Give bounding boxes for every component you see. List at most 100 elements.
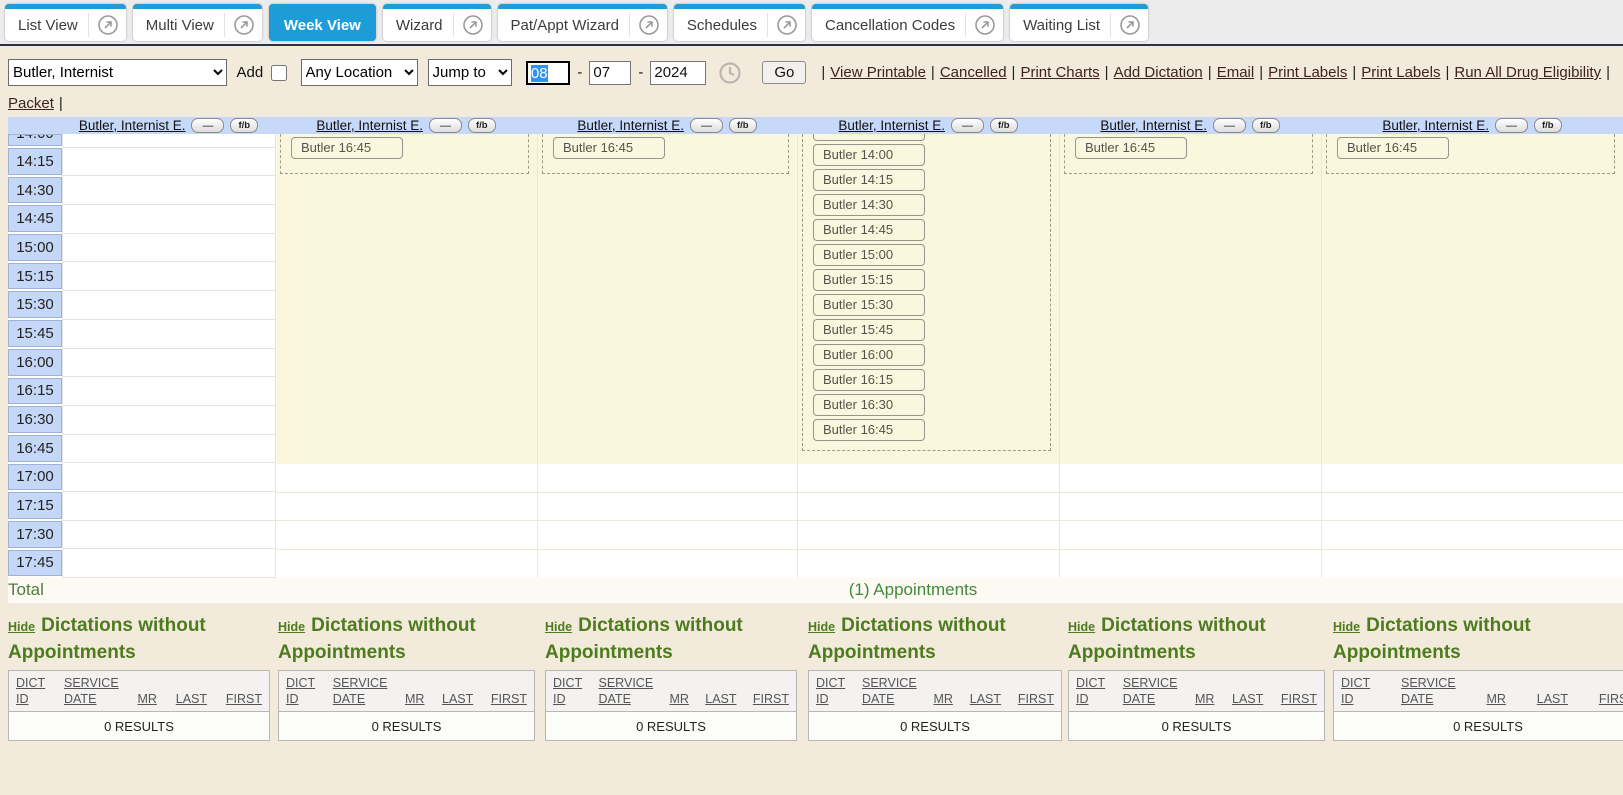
provider-day-link[interactable]: Butler, Internist E. <box>79 118 186 133</box>
provider-day-link[interactable]: Butler, Internist E. <box>316 118 423 133</box>
collapse-column-button[interactable]: — <box>191 118 224 133</box>
tab-week-view[interactable]: Week View <box>269 4 376 41</box>
column-header-link[interactable]: SERVICE <box>1401 675 1456 691</box>
collapse-column-button[interactable]: — <box>951 118 984 133</box>
forward-back-button[interactable]: f/b <box>468 118 496 133</box>
column-header-link[interactable]: DICT <box>816 675 845 691</box>
column-header-link[interactable]: LAST <box>1232 691 1263 707</box>
forward-back-button[interactable]: f/b <box>990 118 1018 133</box>
time-slot-label[interactable]: 17:30 <box>8 521 62 548</box>
tab-cancellation-codes[interactable]: Cancellation Codes <box>812 4 1003 41</box>
time-slot-label[interactable]: 14:15 <box>8 148 62 175</box>
link-cancelled[interactable]: Cancelled <box>940 64 1007 81</box>
time-slot-label[interactable]: 17:00 <box>8 464 62 491</box>
column-header-link[interactable]: DICT <box>1076 675 1105 691</box>
time-slot-label[interactable]: 16:00 <box>8 349 62 376</box>
column-header-link[interactable]: DATE <box>862 691 917 707</box>
column-header-link[interactable]: MR <box>405 691 424 707</box>
link-print-charts[interactable]: Print Charts <box>1020 64 1099 81</box>
column-header-link[interactable]: FIRST <box>1599 691 1623 707</box>
time-slot-label[interactable]: 15:15 <box>8 263 62 290</box>
schedule-cell[interactable] <box>63 435 275 464</box>
go-button[interactable]: Go <box>762 61 806 84</box>
column-header-link[interactable]: FIRST <box>491 691 527 707</box>
clock-icon[interactable] <box>718 61 742 85</box>
schedule-cell[interactable] <box>276 521 537 550</box>
schedule-cell[interactable] <box>798 493 1059 522</box>
location-select[interactable]: Any Location <box>301 59 418 86</box>
tab-waiting-list[interactable]: Waiting List <box>1010 4 1148 41</box>
time-slot-label[interactable]: 16:15 <box>8 378 62 405</box>
hide-dictations-link[interactable]: Hide <box>8 620 35 634</box>
appointment-button-butler-14-45[interactable]: Butler 14:45 <box>813 219 925 241</box>
column-header-link[interactable]: ID <box>1341 691 1370 707</box>
link-print-labels[interactable]: Print Labels <box>1268 64 1347 81</box>
column-header-link[interactable]: DICT <box>16 675 45 691</box>
day-column[interactable]: Butler 14:00Butler 14:15Butler 14:30Butl… <box>797 134 1059 578</box>
column-header-link[interactable]: SERVICE <box>599 675 654 691</box>
date-month-input[interactable]: 08 <box>526 61 570 85</box>
forward-back-button[interactable]: f/b <box>729 118 757 133</box>
schedule-cell[interactable] <box>1322 493 1623 522</box>
collapse-column-button[interactable]: — <box>1213 118 1246 133</box>
provider-day-link[interactable]: Butler, Internist E. <box>1100 118 1207 133</box>
day-column[interactable] <box>62 134 275 578</box>
tab-pat-appt-wizard[interactable]: Pat/Appt Wizard <box>498 4 667 41</box>
schedule-cell[interactable] <box>63 349 275 378</box>
column-header-link[interactable]: FIRST <box>1281 691 1317 707</box>
appointment-button-butler-14-00[interactable]: Butler 14:00 <box>813 144 925 166</box>
link-packet[interactable]: Packet <box>8 95 54 112</box>
time-slot-label[interactable]: 17:15 <box>8 492 62 519</box>
column-header-link[interactable]: ID <box>816 691 845 707</box>
column-header-link[interactable]: FIRST <box>753 691 789 707</box>
column-header-link[interactable]: SERVICE <box>333 675 388 691</box>
column-header-link[interactable]: DICT <box>286 675 315 691</box>
schedule-cell[interactable] <box>63 262 275 291</box>
column-header-link[interactable]: ID <box>16 691 45 707</box>
schedule-cell[interactable] <box>538 464 797 493</box>
tab-wizard[interactable]: Wizard <box>383 4 491 41</box>
hide-dictations-link[interactable]: Hide <box>808 620 835 634</box>
schedule-cell[interactable] <box>63 377 275 406</box>
link-run-all-drug-eligibility[interactable]: Run All Drug Eligibility <box>1454 64 1601 81</box>
time-slot-label[interactable]: 14:30 <box>8 177 62 204</box>
column-header-link[interactable]: DICT <box>553 675 582 691</box>
provider-select[interactable]: Butler, Internist <box>8 59 227 86</box>
schedule-cell[interactable] <box>63 549 275 578</box>
schedule-cell[interactable] <box>1322 464 1623 493</box>
column-header-link[interactable]: SERVICE <box>862 675 917 691</box>
provider-day-link[interactable]: Butler, Internist E. <box>1382 118 1489 133</box>
link-view-printable[interactable]: View Printable <box>830 64 926 81</box>
appointment-button-butler-16-45[interactable]: Butler 16:45 <box>1075 137 1187 159</box>
appointment-button-butler-16-45[interactable]: Butler 16:45 <box>291 137 403 159</box>
schedule-cell[interactable] <box>798 464 1059 493</box>
schedule-cell[interactable] <box>63 176 275 205</box>
day-column[interactable]: Butler 16:45 <box>1059 134 1321 578</box>
tab-schedules[interactable]: Schedules <box>674 4 805 41</box>
appointment-button-butler-16-45[interactable]: Butler 16:45 <box>553 137 665 159</box>
schedule-cell[interactable] <box>63 234 275 263</box>
date-year-input[interactable] <box>650 61 706 85</box>
day-column[interactable]: Butler 16:45 <box>275 134 537 578</box>
schedule-cell[interactable] <box>538 521 797 550</box>
schedule-cell[interactable] <box>276 550 537 578</box>
schedule-cell[interactable] <box>1322 550 1623 578</box>
time-slot-label[interactable]: 17:45 <box>8 550 62 577</box>
schedule-cell[interactable] <box>63 320 275 349</box>
column-header-link[interactable]: ID <box>1076 691 1105 707</box>
day-column[interactable]: Butler 16:45 <box>1321 134 1623 578</box>
column-header-link[interactable]: LAST <box>176 691 207 707</box>
hide-dictations-link[interactable]: Hide <box>1068 620 1095 634</box>
date-day-input[interactable] <box>589 61 631 85</box>
time-slot-label[interactable]: 15:45 <box>8 320 62 347</box>
jump-to-select[interactable]: Jump to <box>428 59 512 86</box>
schedule-cell[interactable] <box>538 493 797 522</box>
column-header-link[interactable]: LAST <box>442 691 473 707</box>
time-slot-label[interactable]: 16:45 <box>8 435 62 462</box>
time-slot-label[interactable]: 15:00 <box>8 234 62 261</box>
scheduled-hours-block[interactable] <box>1322 134 1623 464</box>
column-header-link[interactable]: MR <box>933 691 952 707</box>
provider-day-link[interactable]: Butler, Internist E. <box>577 118 684 133</box>
link-print-labels[interactable]: Print Labels <box>1361 64 1440 81</box>
schedule-cell[interactable] <box>798 550 1059 578</box>
